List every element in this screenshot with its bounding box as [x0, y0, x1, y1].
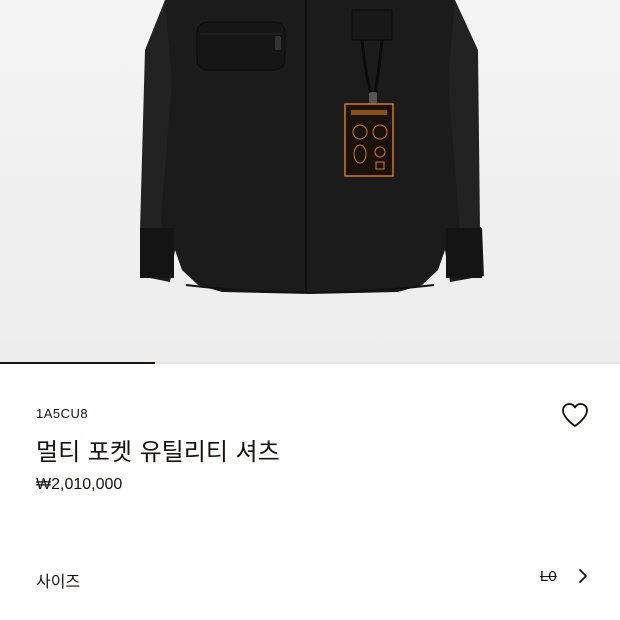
gallery-progress-track	[0, 362, 620, 364]
gallery-progress-indicator	[0, 362, 155, 364]
size-label: 사이즈	[36, 572, 81, 591]
product-price: ₩2,010,000	[36, 476, 123, 493]
product-image-gallery[interactable]	[0, 0, 620, 362]
wishlist-button[interactable]	[560, 400, 590, 430]
product-sku: 1A5CU8	[36, 406, 89, 421]
product-image	[140, 0, 484, 294]
chevron-right-icon	[579, 569, 587, 583]
selected-size-value: L0	[540, 568, 557, 585]
size-selector-row[interactable]: 사이즈 L0	[0, 556, 620, 600]
product-title: 멀티 포켓 유틸리티 셔츠	[36, 438, 280, 466]
heart-outline-icon	[562, 403, 588, 427]
